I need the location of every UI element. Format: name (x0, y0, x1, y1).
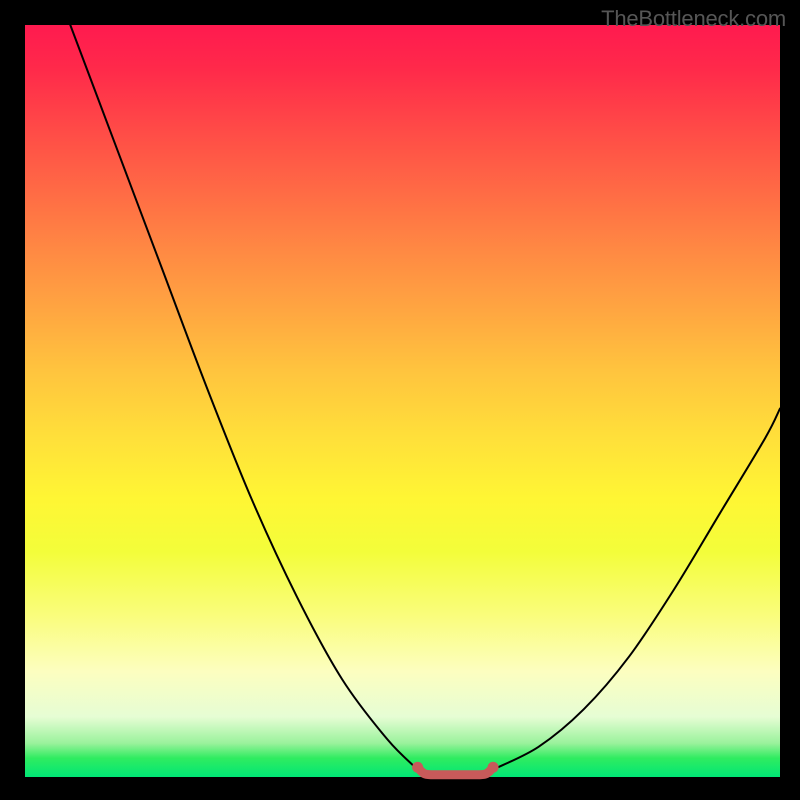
chart-svg (25, 25, 780, 777)
curve-group (70, 25, 780, 775)
watermark-text: TheBottleneck.com (601, 6, 786, 32)
series-right-curve (493, 409, 780, 770)
series-left-curve (70, 25, 417, 769)
series-trough-marker (418, 767, 494, 775)
trough-endpoint (488, 762, 499, 773)
trough-endpoint (412, 762, 423, 773)
chart-gradient-area (25, 25, 780, 777)
